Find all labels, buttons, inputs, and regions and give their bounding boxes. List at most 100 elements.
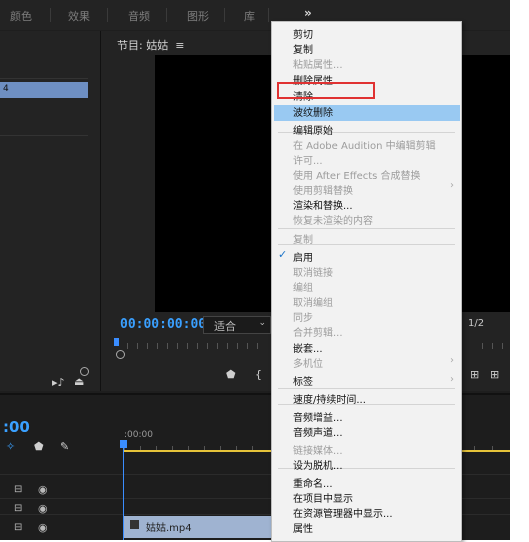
divider: [166, 8, 167, 22]
menu-item-edit-in-audition[interactable]: 在 Adobe Audition 中编辑剪辑: [293, 137, 436, 152]
menu-item-edit-original[interactable]: 编辑原始: [293, 122, 333, 137]
divider: [268, 8, 269, 22]
mark-in-icon[interactable]: {: [255, 368, 262, 381]
ruler-tick: [137, 343, 138, 349]
eye-icon[interactable]: ◉: [38, 483, 48, 496]
workspace-tab-graphics[interactable]: 图形: [187, 8, 209, 24]
ruler-tick: [502, 343, 503, 349]
menu-item-properties[interactable]: 属性: [293, 520, 313, 535]
sync-lock-icon[interactable]: ⊟: [14, 484, 22, 495]
ruler-tick: [197, 343, 198, 349]
source-clip-bar[interactable]: 4: [0, 82, 88, 98]
menu-item-cut[interactable]: 剪切: [293, 26, 313, 41]
ruler-tick: [227, 343, 228, 349]
ruler-tick: [177, 343, 178, 349]
sync-lock-icon[interactable]: ⊟: [14, 522, 22, 533]
menu-item-audio-channels[interactable]: 音频声道...: [293, 424, 343, 439]
monitor-playhead[interactable]: [114, 338, 119, 346]
chevron-down-icon: ⌄: [258, 318, 266, 328]
program-monitor-title[interactable]: 节目: 姑姑 ≡: [117, 37, 184, 53]
workspace-tab-audio[interactable]: 音频: [128, 8, 150, 24]
divider: [224, 8, 225, 22]
ruler-tick: [147, 343, 148, 349]
program-timecode[interactable]: 00:00:00:00: [120, 317, 206, 332]
menu-item-license[interactable]: 许可...: [293, 152, 323, 167]
extract-icon[interactable]: ⊞: [490, 368, 499, 381]
add-marker-icon[interactable]: ⬟: [34, 440, 44, 453]
submenu-arrow-icon: ›: [450, 180, 454, 191]
timeline-timecode[interactable]: :00: [3, 418, 30, 436]
snap-icon[interactable]: ✧: [6, 440, 15, 453]
menu-item-copy[interactable]: 复制: [293, 41, 313, 56]
zoom-fit-dropdown[interactable]: 适合 ⌄: [203, 316, 271, 334]
menu-item-group[interactable]: 编组: [293, 279, 313, 294]
lift-icon[interactable]: ⊞: [470, 368, 479, 381]
menu-item-render-and-replace[interactable]: 渲染和替换...: [293, 197, 353, 212]
annotation-highlight-box: [277, 82, 375, 99]
menu-item-ungroup[interactable]: 取消编组: [293, 294, 333, 309]
submenu-arrow-icon: ›: [450, 374, 454, 385]
ruler-tick: [237, 343, 238, 349]
menu-item-unlink[interactable]: 取消链接: [293, 264, 333, 279]
video-clip[interactable]: 姑姑.mp4: [124, 516, 274, 538]
divider: [0, 135, 88, 136]
eye-icon[interactable]: ◉: [38, 521, 48, 534]
workspace-tab-effects[interactable]: 效果: [68, 8, 90, 24]
ruler-tick: [217, 343, 218, 349]
divider: [0, 78, 88, 79]
menu-item-speed-duration[interactable]: 速度/持续时间...: [293, 391, 366, 406]
ruler-tick: [492, 343, 493, 349]
submenu-arrow-icon: ›: [450, 355, 454, 366]
menu-item-synchronize[interactable]: 同步: [293, 309, 313, 324]
context-menu: ✓ › › › 剪切 复制 粘贴属性... 删除属性... 清除 波纹删除 编辑…: [271, 21, 462, 542]
ruler-tick: [482, 343, 483, 349]
ruler-tick: [207, 343, 208, 349]
fx-badge-icon: [130, 520, 139, 529]
resolution-select[interactable]: 1/2: [468, 318, 484, 329]
ruler-tick: [157, 343, 158, 349]
menu-item-multi-camera[interactable]: 多机位: [293, 355, 323, 370]
menu-item-ripple-delete[interactable]: 波纹删除: [293, 104, 333, 119]
ruler-tick: [167, 343, 168, 349]
eye-icon[interactable]: ◉: [38, 502, 48, 515]
fit-value: 适合: [214, 320, 236, 333]
menu-item-audio-gain[interactable]: 音频增益...: [293, 409, 343, 424]
menu-separator: [278, 388, 455, 389]
ruler-time-label: :00:00: [124, 430, 153, 440]
wrench-icon[interactable]: ✎: [60, 440, 69, 453]
clip-label: 4: [3, 84, 9, 94]
workspace-tab-libraries[interactable]: 库: [244, 8, 255, 24]
menu-item-reveal-in-project[interactable]: 在项目中显示: [293, 490, 353, 505]
menu-item-paste-attributes[interactable]: 粘贴属性...: [293, 56, 343, 71]
track-header: ⊟ ◉: [0, 482, 120, 500]
menu-item-merge-clips[interactable]: 合并剪辑...: [293, 324, 343, 339]
menu-item-make-offline[interactable]: 设为脱机...: [293, 457, 343, 472]
playhead-line: [123, 442, 124, 540]
marker-icon[interactable]: ⬟: [226, 368, 236, 381]
menu-item-restore-unrendered[interactable]: 恢复未渲染的内容: [293, 212, 373, 227]
zoom-handle[interactable]: [116, 350, 125, 359]
playhead[interactable]: [120, 440, 127, 448]
workspace-tab-color[interactable]: 颜色: [10, 8, 32, 24]
divider: [107, 8, 108, 22]
menu-item-enable[interactable]: 启用: [293, 249, 313, 264]
track-header: ⊟ ◉: [0, 520, 120, 538]
ruler-tick: [187, 343, 188, 349]
menu-item-rename[interactable]: 重命名...: [293, 475, 333, 490]
panel-menu-icon[interactable]: ≡: [175, 39, 184, 52]
menu-item-nest[interactable]: 嵌套...: [293, 340, 323, 355]
menu-item-duplicate[interactable]: 复制: [293, 231, 313, 246]
divider: [50, 8, 51, 22]
sync-lock-icon[interactable]: ⊟: [14, 503, 22, 514]
menu-item-replace-with-ae[interactable]: 使用 After Effects 合成替换: [293, 167, 421, 182]
check-icon: ✓: [278, 248, 288, 261]
menu-item-replace-with-clip[interactable]: 使用剪辑替换: [293, 182, 353, 197]
menu-item-label[interactable]: 标签: [293, 373, 313, 388]
ruler-tick: [257, 343, 258, 349]
more-workspaces-button[interactable]: »: [304, 6, 312, 20]
insert-icon[interactable]: ▸♪: [52, 376, 65, 389]
menu-item-link-media[interactable]: 链接媒体...: [293, 442, 343, 457]
menu-item-reveal-in-explorer[interactable]: 在资源管理器中显示...: [293, 505, 393, 520]
export-frame-icon[interactable]: ⏏: [74, 375, 84, 388]
track-header: ⊟ ◉: [0, 501, 120, 519]
